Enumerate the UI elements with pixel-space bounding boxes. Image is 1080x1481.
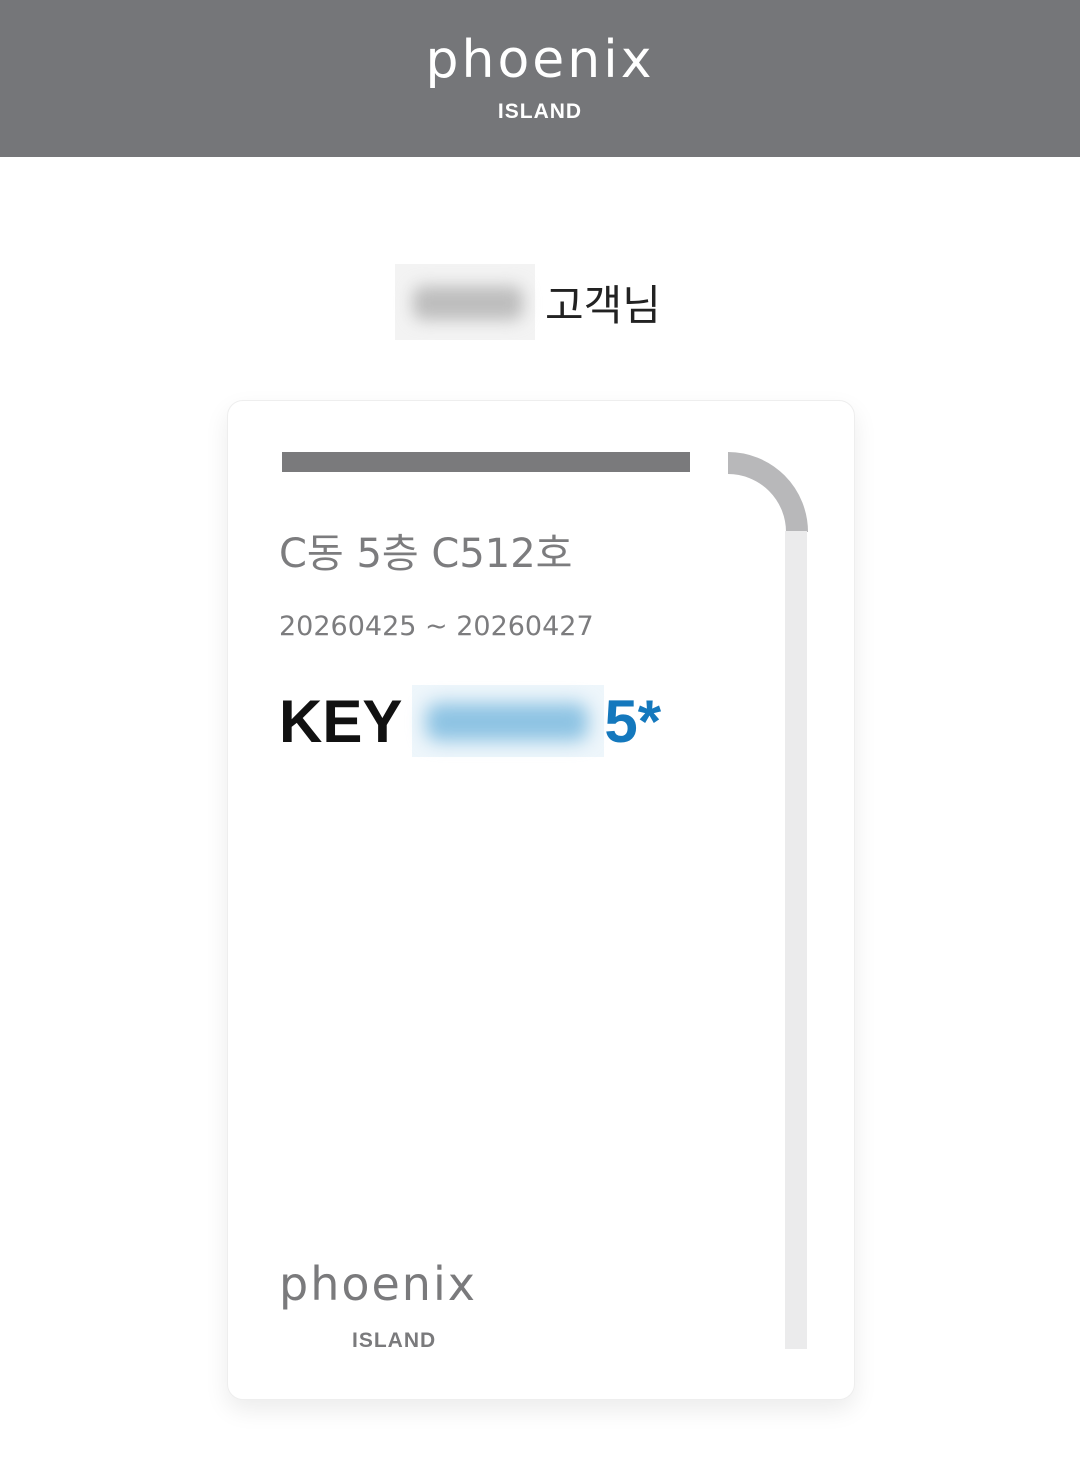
brand-logo: phoenix bbox=[425, 30, 655, 90]
card-brand-logo: phoenix bbox=[279, 1257, 477, 1311]
key-code-redacted bbox=[412, 685, 605, 757]
key-code-row: KEY 5* bbox=[279, 685, 661, 757]
room-key-card: C동 5층 C512호 20260425 ~ 20260427 KEY 5* p… bbox=[227, 400, 855, 1400]
guest-greeting: 고객님 bbox=[395, 264, 661, 340]
guest-honorific: 고객님 bbox=[545, 280, 661, 330]
key-code-visible-part: 5* bbox=[604, 687, 662, 755]
brand-logo-subtitle: ISLAND bbox=[497, 100, 583, 123]
top-header: phoenix ISLAND bbox=[0, 0, 1080, 157]
guest-name-redacted bbox=[395, 264, 535, 340]
stay-dates: 20260425 ~ 20260427 bbox=[279, 611, 594, 642]
card-side-rail bbox=[785, 531, 807, 1349]
card-brand-logo-subtitle: ISLAND bbox=[352, 1329, 437, 1352]
card-top-bar bbox=[282, 452, 690, 472]
card-corner-arc bbox=[728, 452, 808, 532]
key-label: KEY bbox=[279, 687, 403, 755]
room-number: C동 5층 C512호 bbox=[279, 531, 573, 577]
